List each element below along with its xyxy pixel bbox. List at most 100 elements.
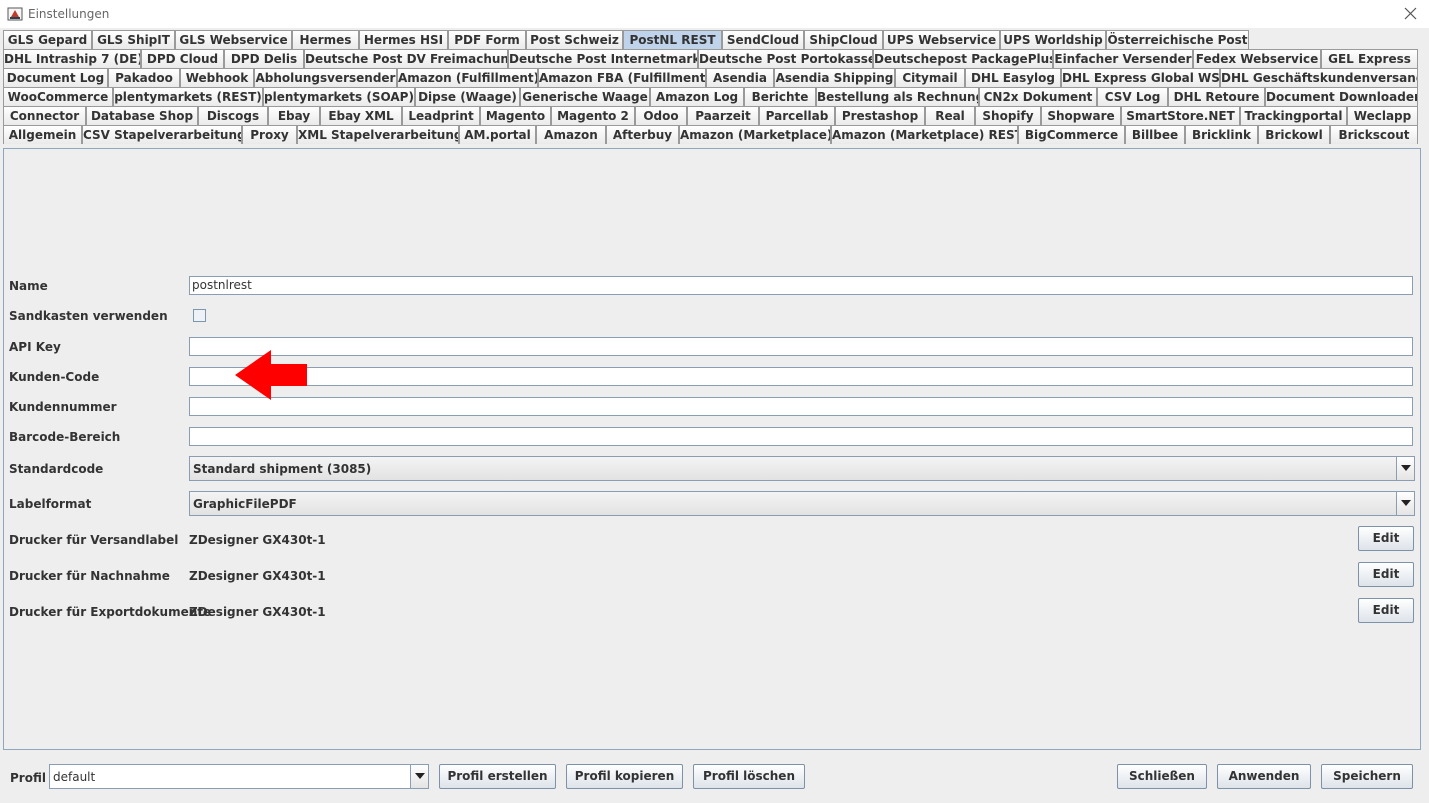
labelformat-select[interactable]: GraphicFilePDF bbox=[189, 491, 1415, 516]
kundennummer-field[interactable] bbox=[189, 397, 1413, 416]
tab-document-downloader[interactable]: Document Downloader bbox=[1265, 87, 1418, 106]
edit-nachnahme-button[interactable]: Edit bbox=[1358, 562, 1414, 587]
tab-brickowl[interactable]: Brickowl bbox=[1258, 125, 1330, 144]
tab-sendcloud[interactable]: SendCloud bbox=[722, 30, 804, 49]
tab-am-portal[interactable]: AM.portal bbox=[459, 125, 536, 144]
tab-dhl-intraship[interactable]: DHL Intraship 7 (DE) bbox=[3, 49, 141, 68]
tab-ebay[interactable]: Ebay bbox=[268, 106, 320, 125]
kunden-code-field[interactable] bbox=[189, 367, 1413, 386]
tab-gls-shipit[interactable]: GLS ShipIT bbox=[92, 30, 175, 49]
edit-versandlabel-button[interactable]: Edit bbox=[1358, 526, 1414, 551]
tab-database-shop[interactable]: Database Shop bbox=[86, 106, 198, 125]
tab-gls-gepard[interactable]: GLS Gepard bbox=[3, 30, 92, 49]
tab-amazon-marketplace[interactable]: Amazon (Marketplace) bbox=[679, 125, 831, 144]
tab-magento-2[interactable]: Magento 2 bbox=[551, 106, 635, 125]
tab-ups-worldship[interactable]: UPS Worldship bbox=[1000, 30, 1106, 49]
tab-real[interactable]: Real bbox=[925, 106, 975, 125]
tab-postnl-rest[interactable]: PostNL REST bbox=[623, 30, 722, 49]
tab-webhook[interactable]: Webhook bbox=[180, 68, 254, 87]
profil-select[interactable]: default bbox=[49, 764, 429, 789]
tab-citymail[interactable]: Citymail bbox=[895, 68, 965, 87]
tab-connector[interactable]: Connector bbox=[3, 106, 86, 125]
sandbox-checkbox[interactable] bbox=[193, 309, 206, 322]
tab-amazon-log[interactable]: Amazon Log bbox=[650, 87, 744, 106]
tab-amazon[interactable]: Amazon bbox=[536, 125, 606, 144]
tab-dhl-retoure[interactable]: DHL Retoure bbox=[1168, 87, 1265, 106]
tab-hermes[interactable]: Hermes bbox=[292, 30, 359, 49]
tab-smartstore-net[interactable]: SmartStore.NET bbox=[1121, 106, 1240, 125]
tab-bricklink[interactable]: Bricklink bbox=[1185, 125, 1258, 144]
tab-dp-portokasse[interactable]: Deutsche Post Portokasse bbox=[698, 49, 873, 68]
tab-magento[interactable]: Magento bbox=[480, 106, 551, 125]
tab-fedex-webservice[interactable]: Fedex Webservice bbox=[1193, 49, 1321, 68]
tab-post-schweiz[interactable]: Post Schweiz bbox=[526, 30, 623, 49]
tab-discogs[interactable]: Discogs bbox=[198, 106, 268, 125]
labelformat-dropdown-button[interactable] bbox=[1396, 492, 1414, 515]
tab-oesterreichische-post[interactable]: Österreichische Post bbox=[1106, 30, 1249, 49]
tab-dipse-waage[interactable]: Dipse (Waage) bbox=[415, 87, 520, 106]
tab-allgemein[interactable]: Allgemein bbox=[3, 125, 82, 144]
api-key-field[interactable] bbox=[189, 337, 1413, 356]
barcode-bereich-field[interactable] bbox=[189, 427, 1413, 446]
tab-amazon-fba[interactable]: Amazon FBA (Fulfillment) bbox=[538, 68, 706, 87]
tab-dpd-delis[interactable]: DPD Delis bbox=[224, 49, 304, 68]
profil-erstellen-button[interactable]: Profil erstellen bbox=[439, 764, 556, 789]
tab-pakadoo[interactable]: Pakadoo bbox=[108, 68, 180, 87]
tab-xml-stapelverarbeitung[interactable]: XML Stapelverarbeitung bbox=[297, 125, 459, 144]
profil-kopieren-button[interactable]: Profil kopieren bbox=[566, 764, 683, 789]
profil-dropdown-button[interactable] bbox=[410, 765, 428, 788]
tab-hermes-hsi[interactable]: Hermes HSI bbox=[359, 30, 448, 49]
tab-weclapp[interactable]: Weclapp bbox=[1347, 106, 1418, 125]
edit-export-button[interactable]: Edit bbox=[1358, 598, 1414, 623]
tab-dhl-express-global[interactable]: DHL Express Global WS bbox=[1061, 68, 1220, 87]
tab-shopify[interactable]: Shopify bbox=[975, 106, 1041, 125]
tab-prestashop[interactable]: Prestashop bbox=[835, 106, 925, 125]
tab-dp-dv-freimachung[interactable]: Deutsche Post DV Freimachung bbox=[304, 49, 508, 68]
close-button[interactable] bbox=[1398, 3, 1422, 25]
tab-dhl-geschaeftskunden[interactable]: DHL Geschäftskundenversand bbox=[1220, 68, 1418, 87]
tab-dp-internetmarke[interactable]: Deutsche Post Internetmarke bbox=[508, 49, 698, 68]
tab-leadprint[interactable]: Leadprint bbox=[402, 106, 480, 125]
tab-shopware[interactable]: Shopware bbox=[1041, 106, 1121, 125]
tab-plentymarkets-soap[interactable]: plentymarkets (SOAP) bbox=[263, 87, 415, 106]
speichern-button[interactable]: Speichern bbox=[1321, 764, 1413, 789]
tab-paarzeit[interactable]: Paarzeit bbox=[687, 106, 759, 125]
tab-document-log[interactable]: Document Log bbox=[3, 68, 108, 87]
tab-amazon-marketplace-rest[interactable]: Amazon (Marketplace) REST bbox=[831, 125, 1018, 144]
profil-loeschen-button[interactable]: Profil löschen bbox=[693, 764, 805, 789]
tab-parcellab[interactable]: Parcellab bbox=[759, 106, 835, 125]
tab-proxy[interactable]: Proxy bbox=[242, 125, 297, 144]
tab-afterbuy[interactable]: Afterbuy bbox=[606, 125, 679, 144]
tab-ups-webservice[interactable]: UPS Webservice bbox=[883, 30, 1000, 49]
tab-gel-express[interactable]: GEL Express bbox=[1321, 49, 1418, 68]
tab-abholungsversender[interactable]: Abholungsversender bbox=[254, 68, 397, 87]
tab-einfacher-versender[interactable]: Einfacher Versender bbox=[1053, 49, 1193, 68]
tab-dpd-cloud[interactable]: DPD Cloud bbox=[141, 49, 224, 68]
tab-bestellung-als-rechnung[interactable]: Bestellung als Rechnung bbox=[816, 87, 979, 106]
tab-billbee[interactable]: Billbee bbox=[1125, 125, 1185, 144]
tab-generische-waage[interactable]: Generische Waage bbox=[520, 87, 650, 106]
tab-shipcloud[interactable]: ShipCloud bbox=[804, 30, 883, 49]
tab-trackingportal[interactable]: Trackingportal bbox=[1240, 106, 1347, 125]
standardcode-select[interactable]: Standard shipment (3085) bbox=[189, 456, 1415, 481]
standardcode-dropdown-button[interactable] bbox=[1396, 457, 1414, 480]
tab-asendia-shipping[interactable]: Asendia Shipping bbox=[774, 68, 895, 87]
schliessen-button[interactable]: Schließen bbox=[1117, 764, 1207, 789]
anwenden-button[interactable]: Anwenden bbox=[1217, 764, 1311, 789]
tab-pdf-form[interactable]: PDF Form bbox=[448, 30, 526, 49]
tab-cn2x-dokument[interactable]: CN2x Dokument bbox=[979, 87, 1097, 106]
tab-dhl-easylog[interactable]: DHL Easylog bbox=[965, 68, 1061, 87]
tab-ebay-xml[interactable]: Ebay XML bbox=[320, 106, 402, 125]
name-field[interactable]: postnlrest bbox=[189, 276, 1413, 295]
tab-brickscout[interactable]: Brickscout bbox=[1330, 125, 1418, 144]
tab-asendia[interactable]: Asendia bbox=[706, 68, 774, 87]
tab-plentymarkets-rest[interactable]: plentymarkets (REST) bbox=[113, 87, 263, 106]
tab-odoo[interactable]: Odoo bbox=[635, 106, 687, 125]
tab-berichte[interactable]: Berichte bbox=[744, 87, 816, 106]
tab-woocommerce[interactable]: WooCommerce bbox=[3, 87, 113, 106]
tab-csv-log[interactable]: CSV Log bbox=[1097, 87, 1168, 106]
tab-amazon-fulfillment[interactable]: Amazon (Fulfillment) bbox=[397, 68, 538, 87]
tab-deutschepost-packageplus[interactable]: Deutschepost PackagePlus bbox=[873, 49, 1053, 68]
tab-csv-stapelverarbeitung[interactable]: CSV Stapelverarbeitung bbox=[82, 125, 242, 144]
tab-bigcommerce[interactable]: BigCommerce bbox=[1018, 125, 1125, 144]
